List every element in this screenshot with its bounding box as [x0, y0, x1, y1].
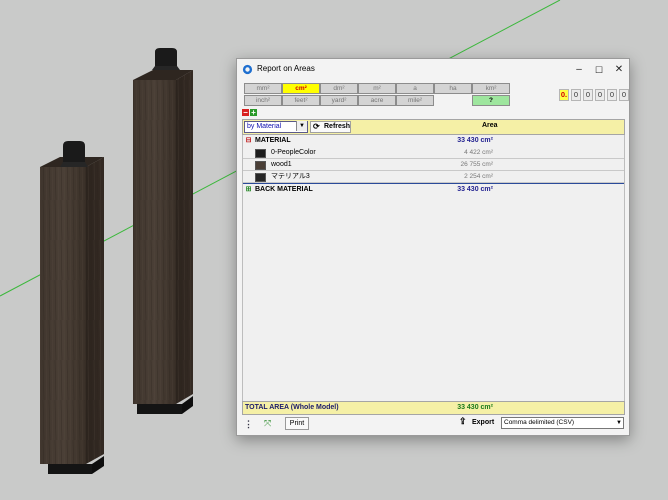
- table-header: by Material ▼ ⟳ Refresh Area: [242, 119, 625, 135]
- export-button[interactable]: ⇪ Export: [457, 416, 495, 428]
- unit-km2-button[interactable]: km²: [472, 83, 510, 94]
- refresh-icon: ⟳: [313, 122, 320, 131]
- table-row[interactable]: wood1 26 755 cm²: [243, 159, 624, 171]
- total-label: TOTAL AREA (Whole Model): [245, 404, 339, 411]
- post-back: [133, 48, 193, 414]
- chevron-down-icon: ▼: [616, 420, 622, 426]
- unit-cm2-button[interactable]: cm²: [282, 83, 320, 94]
- unit-ha-button[interactable]: ha: [434, 83, 472, 94]
- export-format-select[interactable]: Comma delimited (CSV) ▼: [501, 417, 624, 429]
- bottom-toolbar: ⋮ ⤧ Print ⇪ Export Comma delimited (CSV)…: [242, 416, 624, 431]
- unit-inch2-button[interactable]: inch²: [244, 95, 282, 106]
- group-name: BACK MATERIAL: [255, 186, 313, 193]
- area-column-header: Area: [482, 122, 498, 129]
- precision-digit[interactable]: 0: [571, 89, 581, 101]
- table-row[interactable]: ⊞ BACK MATERIAL 33 430 cm²: [243, 184, 624, 195]
- material-name: 0-PeopleColor: [271, 149, 316, 156]
- area-value: 4 422 cm²: [464, 149, 493, 156]
- collapse-all-button[interactable]: −: [242, 109, 249, 117]
- precision-digit[interactable]: 0: [607, 89, 617, 101]
- material-swatch: [255, 161, 266, 170]
- unit-mile2-button[interactable]: mile²: [396, 95, 434, 106]
- total-row: TOTAL AREA (Whole Model) 33 430 cm²: [242, 401, 625, 415]
- title-bar[interactable]: Report on Areas – ☐ ✕: [237, 59, 629, 81]
- material-swatch: [255, 173, 266, 182]
- window-title: Report on Areas: [257, 64, 315, 73]
- precision-digit[interactable]: 0.: [559, 89, 569, 101]
- fit-icon[interactable]: ⤧: [264, 418, 271, 429]
- unit-acre-button[interactable]: acre: [358, 95, 396, 106]
- close-button[interactable]: ✕: [609, 62, 629, 78]
- group-name: MATERIAL: [255, 137, 291, 144]
- area-value: 33 430 cm²: [457, 137, 493, 144]
- expand-all-button[interactable]: +: [250, 109, 257, 117]
- precision-digit[interactable]: 0: [595, 89, 605, 101]
- precision-selector: 0. 0 0 0 0 0: [559, 89, 629, 101]
- unit-dm2-button[interactable]: dm²: [320, 83, 358, 94]
- area-value: 2 254 cm²: [464, 173, 493, 180]
- export-icon: ⇪: [459, 416, 467, 426]
- unit-mm2-button[interactable]: mm²: [244, 83, 282, 94]
- precision-digit[interactable]: 0: [619, 89, 629, 101]
- area-table: ⊟ MATERIAL 33 430 cm² 0-PeopleColor 4 42…: [242, 135, 625, 401]
- table-row[interactable]: ⊟ MATERIAL 33 430 cm²: [243, 135, 624, 146]
- collapse-icon[interactable]: ⊟: [245, 137, 252, 144]
- refresh-label: Refresh: [324, 123, 351, 130]
- chevron-down-icon[interactable]: ▼: [296, 121, 307, 131]
- unit-feet2-button[interactable]: feet²: [282, 95, 320, 106]
- area-value: 26 755 cm²: [460, 161, 493, 168]
- post-front: [40, 141, 104, 474]
- material-name: wood1: [271, 161, 292, 168]
- maximize-button[interactable]: ☐: [589, 62, 609, 78]
- unit-yard2-button[interactable]: yard²: [320, 95, 358, 106]
- unit-a-button[interactable]: a: [396, 83, 434, 94]
- print-button[interactable]: Print: [285, 417, 309, 430]
- app-icon: [242, 64, 253, 75]
- table-row[interactable]: 0-PeopleColor 4 422 cm²: [243, 147, 624, 159]
- expand-icon[interactable]: ⊞: [245, 186, 252, 193]
- export-label: Export: [472, 419, 495, 426]
- more-options-icon[interactable]: ⋮: [244, 419, 253, 430]
- precision-digit[interactable]: 0: [583, 89, 593, 101]
- help-button[interactable]: ?: [472, 95, 510, 106]
- material-name: マテリアル3: [271, 173, 310, 180]
- area-value: 33 430 cm²: [457, 186, 493, 193]
- table-row[interactable]: マテリアル3 2 254 cm²: [243, 171, 624, 183]
- total-value: 33 430 cm²: [457, 404, 493, 411]
- minimize-button[interactable]: –: [569, 62, 589, 78]
- material-swatch: [255, 149, 266, 158]
- report-on-areas-dialog: Report on Areas – ☐ ✕ mm² cm² dm² m² a h…: [236, 58, 630, 436]
- refresh-button[interactable]: ⟳ Refresh: [310, 121, 351, 133]
- export-format-value: Comma delimited (CSV): [504, 419, 575, 426]
- unit-m2-button[interactable]: m²: [358, 83, 396, 94]
